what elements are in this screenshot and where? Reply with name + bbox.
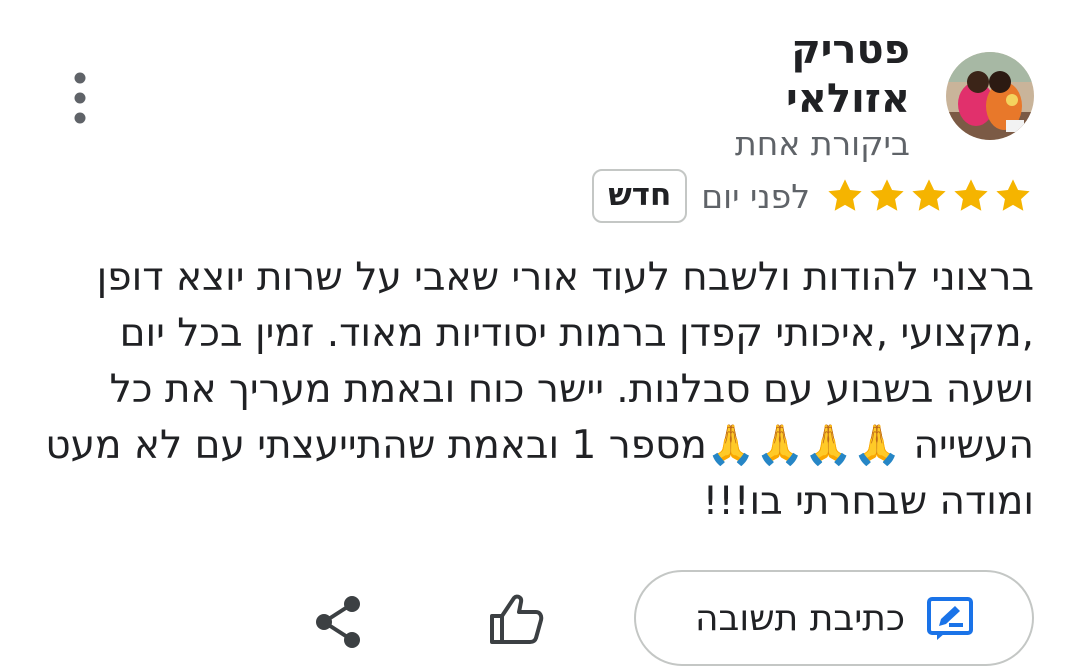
share-icon — [316, 596, 360, 648]
reviewer-review-count: ביקורת אחת — [735, 124, 910, 163]
star-icon — [912, 179, 946, 211]
write-reply-label: כתיבת תשובה — [695, 597, 905, 639]
like-button[interactable] — [486, 590, 546, 650]
avatar-photo — [946, 52, 1034, 140]
review-date: לפני יום — [701, 176, 810, 216]
rating-row: לפני יום חדש — [592, 168, 1034, 224]
reviewer-name[interactable]: פטריק אזולאי — [690, 26, 910, 124]
share-button[interactable] — [310, 592, 366, 652]
thumbs-up-icon — [490, 594, 544, 644]
write-reply-button[interactable]: כתיבת תשובה — [634, 570, 1034, 666]
more-options-button[interactable] — [60, 70, 100, 126]
new-badge: חדש — [592, 169, 688, 223]
review-card: פטריק אזולאי ביקורת אחת לפני יום חדש ברצ… — [0, 0, 1080, 670]
star-rating — [824, 175, 1034, 217]
star-icon — [870, 179, 904, 211]
review-text: ברצוני להודות ולשבח לעוד אורי שאבי על שר… — [45, 255, 1034, 524]
more-vert-icon — [74, 72, 86, 124]
star-icon — [996, 179, 1030, 211]
star-icon — [954, 179, 988, 211]
edit-reply-icon — [927, 597, 973, 640]
reviewer-avatar[interactable] — [946, 52, 1034, 140]
star-icon — [828, 179, 862, 211]
